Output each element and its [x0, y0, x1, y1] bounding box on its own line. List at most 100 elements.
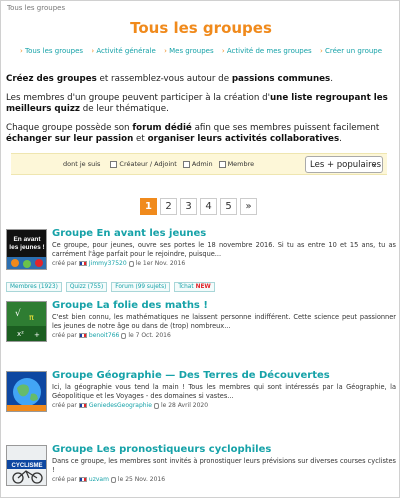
creator-username[interactable]: benoit766 — [89, 332, 119, 339]
svg-text:+: + — [34, 331, 40, 339]
group-stats: Membres (1923) Quizz (755) Forum (99 suj… — [6, 282, 219, 292]
svg-text:les jeunes !: les jeunes ! — [9, 244, 44, 251]
created-date: le 25 Nov. 2016 — [117, 476, 166, 483]
intro-paragraph-3: Chaque groupe possède son forum dédié af… — [6, 123, 398, 146]
group-description: C'est bien connu, les mathématiques ne l… — [52, 313, 396, 330]
svg-text:x²: x² — [17, 330, 24, 338]
intro-bold: passions communes — [231, 74, 331, 84]
filter-creator-checkbox[interactable]: Créateur / Adjoint — [110, 160, 177, 168]
group-card: Groupe Géographie — Des Terres de Découv… — [6, 370, 398, 416]
intro-bold: forum dédié — [132, 122, 192, 133]
checkbox-label: Membre — [227, 160, 255, 168]
group-thumbnail-image: CYCLISME — [7, 446, 46, 485]
group-description: Ce groupe, pour jeunes, ouvre ses portes… — [52, 241, 396, 258]
group-title[interactable]: Groupe Géographie — Des Terres de Découv… — [52, 370, 330, 381]
cycling-thumbnail-label: CYCLISME — [11, 463, 42, 469]
group-card: √ π x² + Groupe La folie des maths ! C'e… — [6, 300, 398, 351]
group-thumbnail-image: En avant les jeunes ! — [7, 230, 46, 269]
paperclip-icon — [121, 332, 127, 339]
intro-paragraph-2: Les membres d'un groupe peuvent particip… — [6, 93, 398, 116]
group-title[interactable]: Groupe Les pronostiqueurs cyclophiles — [52, 444, 271, 455]
filter-bar: dont je suis Créateur / Adjoint Admin Me… — [11, 153, 387, 175]
breadcrumb[interactable]: Tous les groupes — [7, 4, 65, 12]
page-3-button[interactable]: 3 — [180, 198, 197, 215]
checkbox-box[interactable] — [110, 160, 118, 168]
checkbox-box[interactable] — [182, 160, 190, 168]
intro-text-span: . — [339, 134, 342, 144]
france-flag-icon — [78, 403, 87, 408]
intro-text-span: afin que ses membres puissent facilement — [191, 122, 380, 133]
filter-label: dont je suis — [63, 160, 101, 168]
page-4-button[interactable]: 4 — [200, 198, 217, 215]
creator-username[interactable]: GeniedesGeographie — [89, 402, 152, 409]
checkbox-box[interactable] — [218, 160, 226, 168]
intro-text-span: de leur thématique. — [79, 104, 169, 114]
checkbox-label: Admin — [191, 160, 213, 168]
group-description: Dans ce groupe, les membres sont invités… — [52, 457, 396, 474]
svg-text:√: √ — [15, 308, 21, 319]
france-flag-icon — [78, 261, 87, 266]
group-card: CYCLISME Groupe Les pronostiqueurs cyclo… — [6, 444, 398, 493]
intro-text-span: et rassemblez-vous autour de — [96, 74, 232, 84]
group-thumbnail[interactable]: CYCLISME — [6, 445, 47, 486]
page-2-button[interactable]: 2 — [160, 198, 177, 215]
svg-text:En avant: En avant — [13, 236, 41, 243]
group-card: En avant les jeunes ! Groupe En avant le… — [6, 228, 398, 279]
intro-text-span: Les membres d'un groupe peuvent particip… — [6, 92, 270, 103]
group-thumbnail-image — [7, 372, 46, 411]
page-1-button[interactable]: 1 — [140, 198, 157, 215]
pagination: 1 2 3 4 5 » — [140, 198, 260, 215]
forum-link[interactable]: Forum (99 sujets) — [111, 282, 171, 292]
created-by-label: créé par — [52, 402, 77, 409]
created-date: le 28 Avril 2020 — [160, 402, 209, 409]
chevron-down-icon: ⌄ — [371, 159, 378, 168]
group-thumbnail[interactable]: √ π x² + — [6, 301, 47, 342]
intro-bold: échanger sur leur passion — [6, 134, 134, 144]
filter-member-checkbox[interactable]: Membre — [218, 160, 255, 168]
tchat-link[interactable]: Tchat NEW — [174, 282, 215, 292]
intro-text-span: Chaque groupe possède son — [6, 122, 133, 133]
intro-bold: Créez des groupes — [6, 74, 97, 84]
sort-select[interactable]: Les + populaires ⌄ — [305, 156, 383, 173]
new-badge: NEW — [195, 284, 211, 290]
nav-my-groups-activity[interactable]: Activité de mes groupes — [222, 47, 312, 55]
paperclip-icon — [153, 402, 159, 409]
created-by-label: créé par — [52, 476, 77, 483]
created-date: le 7 Oct. 2016 — [128, 332, 171, 339]
intro-text-span: . — [330, 74, 333, 84]
group-nav: Tous les groupes Activité générale Mes g… — [1, 47, 399, 55]
creator-username[interactable]: Jimmy37520 — [89, 260, 127, 267]
page-title: Tous les groupes — [130, 19, 272, 37]
nav-all-groups[interactable]: Tous les groupes — [20, 47, 83, 55]
page-5-button[interactable]: 5 — [220, 198, 237, 215]
paperclip-icon — [128, 260, 134, 267]
paperclip-icon — [110, 476, 116, 483]
checkbox-label: Créateur / Adjoint — [119, 160, 177, 168]
group-title[interactable]: Groupe En avant les jeunes — [52, 228, 206, 239]
nav-general-activity[interactable]: Activité générale — [91, 47, 156, 55]
group-description: Ici, la géographie vous tend la main ! T… — [52, 383, 396, 400]
group-title[interactable]: Groupe La folie des maths ! — [52, 300, 208, 311]
members-link[interactable]: Membres (1923) — [6, 282, 62, 292]
group-thumbnail[interactable]: En avant les jeunes ! — [6, 229, 47, 270]
group-thumbnail-image: √ π x² + — [7, 302, 46, 341]
page: Tous les groupes Tous les groupes Tous l… — [0, 0, 400, 498]
nav-my-groups[interactable]: Mes groupes — [164, 47, 214, 55]
intro-paragraph-1: Créez des groupes et rassemblez-vous aut… — [6, 74, 398, 86]
next-page-button[interactable]: » — [240, 198, 257, 215]
svg-text:π: π — [29, 313, 34, 322]
creator-username[interactable]: uzvam — [89, 476, 109, 483]
group-thumbnail[interactable] — [6, 371, 47, 412]
france-flag-icon — [78, 477, 87, 482]
filter-admin-checkbox[interactable]: Admin — [182, 160, 213, 168]
intro-text: Créez des groupes et rassemblez-vous aut… — [6, 74, 398, 153]
group-meta: créé par Jimmy37520 le 1er Nov. 2016 — [52, 260, 185, 267]
created-by-label: créé par — [52, 332, 77, 339]
quizz-link[interactable]: Quizz (755) — [65, 282, 108, 292]
created-date: le 1er Nov. 2016 — [135, 260, 186, 267]
group-meta: créé par benoit766 le 7 Oct. 2016 — [52, 332, 171, 339]
intro-bold: organiser leurs activités collaboratives — [147, 134, 340, 144]
intro-text-span: et — [133, 134, 148, 144]
group-meta: créé par uzvam le 25 Nov. 2016 — [52, 476, 165, 483]
nav-create-group[interactable]: Créer un groupe — [320, 47, 382, 55]
